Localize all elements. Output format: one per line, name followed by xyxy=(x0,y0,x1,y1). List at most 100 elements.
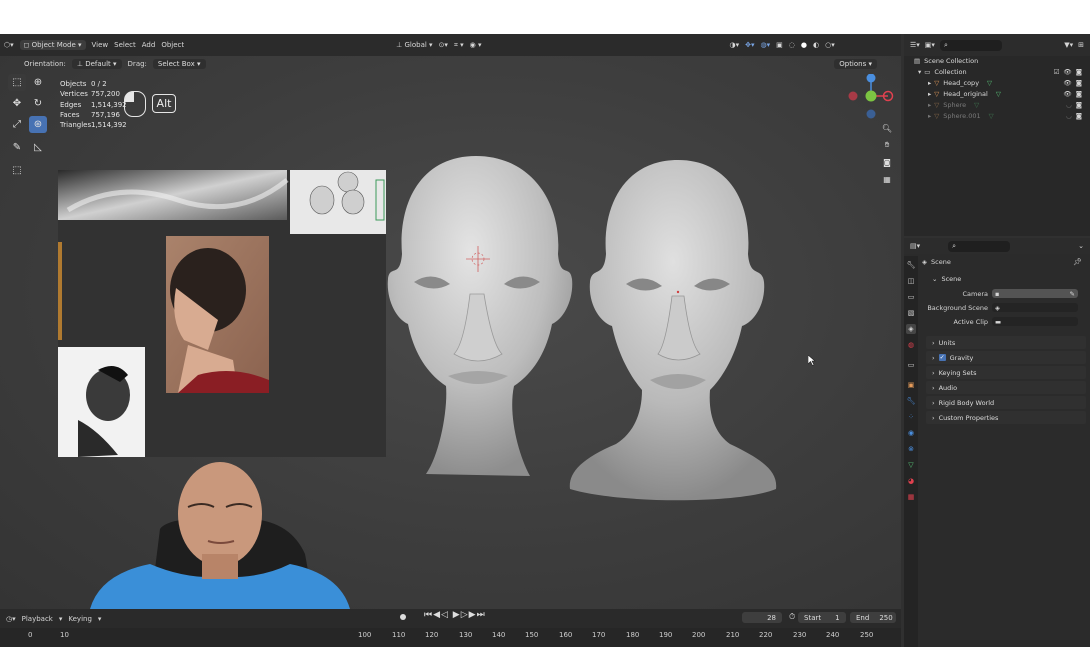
camera-field[interactable]: ▪ ✎ xyxy=(992,289,1078,298)
expand-arrow-icon[interactable]: ▾ xyxy=(918,68,921,76)
outliner-collection[interactable]: ▾ ▭ Collection ☑ 👁︎ ◙ xyxy=(904,66,1090,77)
start-frame-field[interactable]: Start 1 xyxy=(798,612,846,623)
menu-add[interactable]: Add xyxy=(142,41,156,49)
transform-tool-icon[interactable]: ⊛ xyxy=(29,116,47,133)
3d-viewport[interactable]: ⬡▾ ◻ Object Mode ▾ View Select Add Objec… xyxy=(0,34,901,609)
expand-arrow-icon[interactable]: ▸ xyxy=(928,101,931,109)
frame-ruler[interactable]: 0 10 100 110 120 130 140 150 160 170 180… xyxy=(0,628,901,647)
playback-menu[interactable]: Playback xyxy=(22,615,53,623)
eye-icon[interactable]: 👁︎ xyxy=(1063,68,1071,76)
checkbox-icon[interactable]: ☑ xyxy=(1054,68,1060,76)
physics-tab-icon[interactable]: ◉ xyxy=(906,428,916,438)
scene-tab-icon[interactable]: ◈ xyxy=(906,324,916,334)
rigid-body-world-panel[interactable]: › Rigid Body World xyxy=(926,396,1086,409)
neg-x-axis-handle[interactable] xyxy=(848,91,858,101)
eye-icon[interactable]: 👁︎ xyxy=(1063,90,1071,98)
shading-solid-icon[interactable]: ● xyxy=(801,41,807,49)
z-axis-handle[interactable] xyxy=(866,74,876,83)
cursor-tool-icon[interactable]: ⊕ xyxy=(29,74,47,91)
texture-tab-icon[interactable]: ▦ xyxy=(906,492,916,502)
camera-view-icon[interactable]: ◙ xyxy=(880,155,894,169)
world-tab-icon[interactable]: ◍ xyxy=(906,340,916,350)
ortho-grid-icon[interactable]: ▦ xyxy=(880,172,894,186)
reference-image-board[interactable] xyxy=(58,170,386,457)
menu-view[interactable]: View xyxy=(92,41,109,49)
properties-editor-icon[interactable]: ▤▾ xyxy=(910,242,920,250)
playback-controls[interactable]: ⏮◀◁ ▶▷▶⏭ xyxy=(424,610,486,620)
data-tab-icon[interactable]: ▽ xyxy=(906,460,916,470)
zoom-icon[interactable]: 🔍︎ xyxy=(880,121,894,135)
filter-icon[interactable]: ▼▾ xyxy=(1064,41,1073,49)
end-frame-field[interactable]: End 250 xyxy=(850,612,896,623)
timeline-editor-icon[interactable]: ◷▾ xyxy=(6,615,16,623)
units-panel[interactable]: › Units xyxy=(926,336,1086,349)
navigation-gizmo[interactable] xyxy=(842,74,896,124)
head-copy-model[interactable] xyxy=(569,160,777,501)
camera-icon[interactable]: ◙ xyxy=(1076,90,1082,98)
constraints-tab-icon[interactable]: ⊗ xyxy=(906,444,916,454)
camera-icon[interactable]: ◙ xyxy=(1076,68,1082,76)
orientation-dropdown[interactable]: ⊥ Default ▾ xyxy=(71,59,122,69)
visibility-icon[interactable]: ◑▾ xyxy=(730,41,740,49)
measure-tool-icon[interactable]: ◺ xyxy=(29,139,47,156)
menu-object[interactable]: Object xyxy=(161,41,184,49)
select-box-tool-icon[interactable]: ⬚ xyxy=(8,74,26,91)
shading-wireframe-icon[interactable]: ◌ xyxy=(789,41,795,49)
keying-sets-panel[interactable]: › Keying Sets xyxy=(926,366,1086,379)
transform-orientation-dropdown[interactable]: ⊥ Global ▾ xyxy=(396,41,432,49)
outliner-item-head-original[interactable]: ▸ ▽ Head_original ▽ 👁︎ ◙ xyxy=(904,88,1090,99)
gravity-checkbox[interactable]: ✓ xyxy=(938,354,946,361)
record-button[interactable] xyxy=(400,614,406,620)
eye-closed-icon[interactable]: ◡ xyxy=(1066,101,1072,109)
menu-select[interactable]: Select xyxy=(114,41,136,49)
gizmo-toggle-icon[interactable]: ✥▾ xyxy=(745,41,754,49)
outliner-scene-collection[interactable]: ▤ Scene Collection xyxy=(904,55,1090,66)
active-clip-field[interactable]: ▬ xyxy=(992,317,1078,326)
y-axis-handle[interactable] xyxy=(865,90,877,102)
gravity-panel[interactable]: › ✓ Gravity xyxy=(926,351,1086,364)
modifier-tab-icon[interactable]: 🔧︎ xyxy=(906,396,916,406)
display-mode-icon[interactable]: ▣▾ xyxy=(925,41,935,49)
outliner-search-input[interactable]: ⌕ xyxy=(939,39,1002,51)
current-frame-field[interactable]: 28 xyxy=(742,612,782,623)
collection-tab-icon[interactable]: ▭ xyxy=(906,360,916,370)
eyedropper-icon[interactable]: ✎ xyxy=(1070,290,1075,298)
pin-icon[interactable]: 📌︎ xyxy=(1073,258,1082,266)
eye-closed-icon[interactable]: ◡ xyxy=(1066,112,1072,120)
head-original-model[interactable] xyxy=(387,156,573,476)
mode-dropdown[interactable]: ◻ Object Mode ▾ xyxy=(19,40,86,50)
neg-z-axis-handle[interactable] xyxy=(866,109,876,119)
snap-icon[interactable]: ⌗ ▾ xyxy=(454,41,464,50)
overlay-toggle-icon[interactable]: ◍▾ xyxy=(761,41,771,49)
eye-icon[interactable]: 👁︎ xyxy=(1063,79,1071,87)
particles-tab-icon[interactable]: ⁘ xyxy=(906,412,916,422)
material-tab-icon[interactable]: ◕ xyxy=(906,476,916,486)
render-tab-icon[interactable]: ◫ xyxy=(906,276,916,286)
keying-menu[interactable]: Keying xyxy=(68,615,92,623)
custom-properties-panel[interactable]: › Custom Properties xyxy=(926,411,1086,424)
output-tab-icon[interactable]: ▭ xyxy=(906,292,916,302)
editor-type-icon[interactable]: ⬡▾ xyxy=(4,41,14,49)
options-dropdown[interactable]: Options ▾ xyxy=(834,59,877,69)
annotate-tool-icon[interactable]: ✎ xyxy=(8,139,26,156)
shading-rendered-icon[interactable]: ○▾ xyxy=(825,41,835,49)
clock-icon[interactable]: ⏱ xyxy=(789,612,795,622)
outliner-editor-icon[interactable]: ☰▾ xyxy=(910,41,920,49)
camera-icon[interactable]: ◙ xyxy=(1076,112,1082,120)
options-chevron-icon[interactable]: ⌄ xyxy=(1078,242,1084,250)
proportional-edit-icon[interactable]: ◉ ▾ xyxy=(470,41,482,49)
scale-tool-icon[interactable]: ⤢ xyxy=(8,116,26,133)
pivot-icon[interactable]: ⊙▾ xyxy=(439,41,448,49)
expand-arrow-icon[interactable]: ▸ xyxy=(928,79,931,87)
expand-arrow-icon[interactable]: ▸ xyxy=(928,90,931,98)
outliner-item-head-copy[interactable]: ▸ ▽ Head_copy ▽ 👁︎ ◙ xyxy=(904,77,1090,88)
background-scene-field[interactable]: ◈ xyxy=(992,303,1078,312)
move-tool-icon[interactable]: ✥ xyxy=(8,95,26,112)
properties-search-input[interactable]: ⌕ xyxy=(948,240,1011,252)
rotate-tool-icon[interactable]: ↻ xyxy=(29,95,47,112)
expand-arrow-icon[interactable]: ▸ xyxy=(928,112,931,120)
shading-material-icon[interactable]: ◐ xyxy=(813,41,819,49)
pan-hand-icon[interactable]: ✋︎ xyxy=(880,138,894,152)
head-models[interactable] xyxy=(380,154,790,544)
add-cube-tool-icon[interactable]: ⬚ xyxy=(8,162,26,179)
